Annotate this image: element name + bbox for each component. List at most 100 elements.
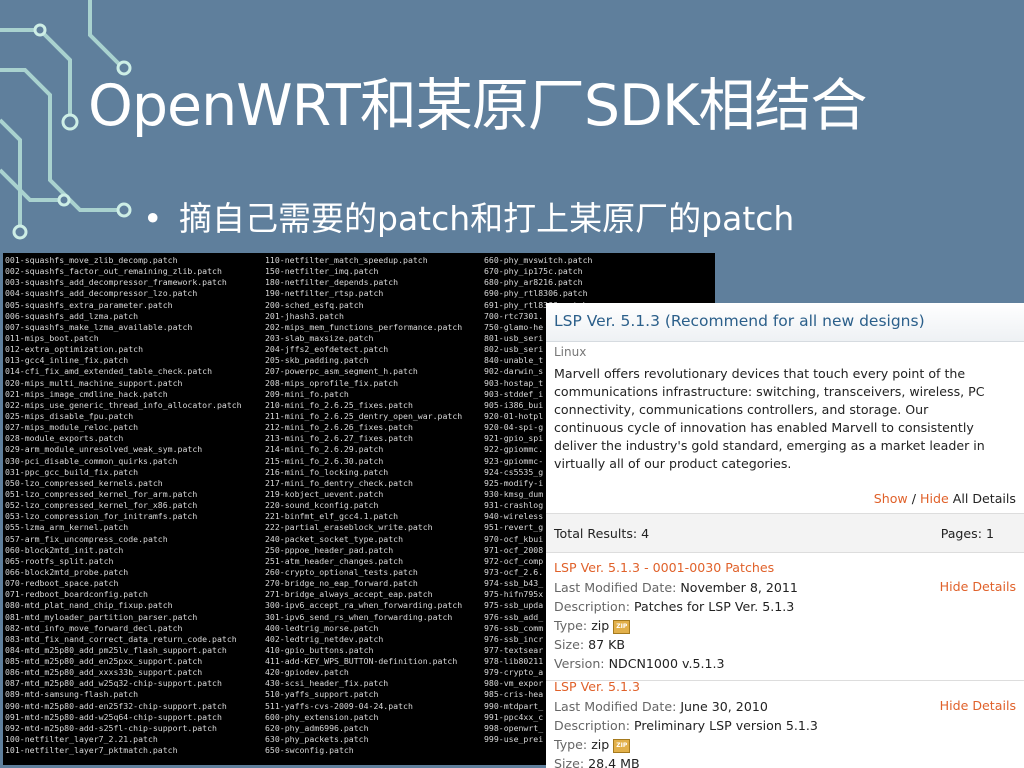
patch-file: 014-cfi_fix_amd_extended_table_check.pat… [5,366,213,377]
patch-file: 022-mips_use_generic_thread_info_allocat… [5,399,242,410]
desc-value: Preliminary LSP version 5.1.3 [633,718,818,733]
bullet-item: • 摘自己需要的patch和打上某原厂的patch [143,192,794,240]
patch-file: 220-sound_kconfig.patch [265,500,379,511]
patch-file: 005-squashfs_extra_parameter.patch [5,299,173,310]
patch-file: 650-swconfig.patch [265,745,354,756]
desc-label: Description: [554,718,630,733]
patch-file: 210-mini_fo_2.6.25_fixes.patch [265,399,413,410]
pages-count: Pages: 1 [940,526,994,541]
patch-file: 006-squashfs_add_lzma.patch [5,310,139,321]
patch-file: 012-extra_optimization.patch [5,344,144,355]
zip-icon[interactable]: ZIP [613,738,631,753]
patch-file: 002-squashfs_factor_out_remaining_zlib.p… [5,266,222,277]
patch-file: 680-phy_ar8216.patch [484,277,583,288]
patch-file: 240-packet_socket_type.patch [265,533,404,544]
patch-file: 400-ledtrig_morse.patch [265,622,379,633]
patch-file: 402-ledtrig_netdev.patch [265,633,384,644]
download-entry: LSP Ver. 5.1.3 - 0001-0030 Patches Hide … [546,552,1024,681]
type-value: zip [591,737,610,752]
patch-file: 511-yaffs-cvs-2009-04-24.patch [265,700,413,711]
results-bar: Total Results: 4 Pages: 1 [546,513,1024,553]
entry-title-link[interactable]: LSP Ver. 5.1.3 - 0001-0030 Patches [554,560,774,575]
patch-file: 219-kobject_uevent.patch [265,488,384,499]
patch-file: 110-netfilter_match_speedup.patch [265,255,428,265]
type-label: Type: [554,618,588,633]
patch-file: 222-partial_eraseblock_write.patch [265,522,433,533]
show-link[interactable]: Show [874,491,908,506]
patch-file: 030-pci_disable_common_quirks.patch [5,455,178,466]
desc-value: Patches for LSP Ver. 5.1.3 [633,599,795,614]
patch-file: 430-scsi_header_fix.patch [265,678,389,689]
hide-details-link[interactable]: Hide Details [940,698,1016,713]
desc-label: Description: [554,599,630,614]
patch-file: 190-netfilter_rtsp.patch [265,288,384,299]
all-details-label: All Details [952,491,1016,506]
patch-file: 003-squashfs_add_decompressor_framework.… [5,277,227,288]
download-page: LSP Ver. 5.1.3 (Recommend for all new de… [546,303,1024,768]
file-type: Type: zip ZIP [554,618,631,634]
patch-file: 080-mtd_plat_nand_chip_fixup.patch [5,600,173,611]
patch-file: 510-yaffs_support.patch [265,689,379,700]
type-label: Type: [554,737,588,752]
version-label: Version: [554,656,605,671]
patch-file: 070-redboot_space.patch [5,578,119,589]
lsp-header: LSP Ver. 5.1.3 (Recommend for all new de… [546,303,1024,342]
file-version: Version: NDCN1000 v.5.1.3 [554,656,725,671]
patch-file: 001-squashfs_move_zlib_decomp.patch [5,255,178,265]
patch-file: 011-mips_boot.patch [5,332,99,343]
lsp-title-link[interactable]: LSP Ver. 5.1.3 (Recommend for all new de… [554,312,925,330]
hide-details-link[interactable]: Hide Details [940,579,1016,594]
patch-file: 670-phy_ip175c.patch [484,266,583,277]
bullet-dot: • [143,199,163,238]
patch-file: 052-lzo_compressed_kernel_for_x86.patch [5,500,198,511]
patch-file: 300-ipv6_accept_ra_when_forwarding.patch [265,600,463,611]
patch-file: 066-block2mtd_probe.patch [5,566,129,577]
patch-file: 630-phy_packets.patch [265,734,369,745]
patch-file: 065-rootfs_split.patch [5,555,114,566]
file-size: Size: 28.4 MB [554,756,640,768]
modified-date: Last Modified Date: June 30, 2010 [554,699,768,714]
patch-file: 090-mtd-m25p80-add-en25f32-chip-support.… [5,700,227,711]
patch-file: 411-add-KEY_WPS_BUTTON-definition.patch [265,656,458,667]
version-value: NDCN1000 v.5.1.3 [608,656,725,671]
patch-file: 055-lzma_arm_kernel.patch [5,522,129,533]
patch-file: 051-lzo_compressed_kernel_for_arm.patch [5,488,198,499]
patch-file: 271-bridge_always_accept_eap.patch [265,589,433,600]
hide-link[interactable]: Hide [920,491,949,506]
total-results: Total Results: 4 [554,526,650,541]
patch-file: 660-phy_mvswitch.patch [484,255,593,265]
patch-file: 410-gpio_buttons.patch [265,644,374,655]
entry-description: Description: Preliminary LSP version 5.1… [554,718,818,733]
modified-date: Last Modified Date: November 8, 2011 [554,580,798,595]
date-label: Last Modified Date: [554,699,677,714]
date-label: Last Modified Date: [554,580,677,595]
bullet-text: 摘自己需要的patch和打上某原厂的patch [179,199,795,238]
patch-file: 053-lzo_compression_for_initramfs.patch [5,511,198,522]
patch-file: 215-mini_fo_2.6.30.patch [265,455,384,466]
product-description: Marvell offers revolutionary devices tha… [554,366,985,471]
patch-file: 204-jffs2_eofdetect.patch [265,344,389,355]
separator: / [911,491,916,506]
patch-file: 087-mtd_m25p80_add_w25q32-chip-support.p… [5,678,222,689]
patch-file: 084-mtd_m25p80_add_pm25lv_flash_support.… [5,644,227,655]
patch-file: 221-binfmt_elf_gcc4.1.patch [265,511,399,522]
category-label: Linux [554,345,587,359]
patch-file: 013-gcc4_inline_fix.patch [5,355,129,366]
patch-file: 091-mtd-m25p80-add-w25q64-chip-support.p… [5,711,222,722]
date-value: June 30, 2010 [680,699,768,714]
patch-file: 212-mini_fo_2.6.26_fixes.patch [265,422,413,433]
patch-file: 200-sched_esfq.patch [265,299,364,310]
patch-column-1: 001-squashfs_move_zlib_decomp.patch 002-s… [5,255,242,756]
patch-file: 690-phy_rtl8306.patch [484,288,588,299]
zip-icon[interactable]: ZIP [613,619,631,634]
patch-file: 270-bridge_no_eap_forward.patch [265,578,418,589]
patch-file: 100-netfilter_layer7_2.21.patch [5,734,158,745]
entry-title-link[interactable]: LSP Ver. 5.1.3 [554,679,640,694]
patch-file: 060-block2mtd_init.patch [5,544,124,555]
size-value: 87 KB [588,637,626,652]
patch-file: 202-mips_mem_functions_performance.patch [265,321,463,332]
patch-file: 089-mtd-samsung-flash.patch [5,689,139,700]
patch-file: 007-squashfs_make_lzma_available.patch [5,321,193,332]
patch-file: 205-skb_padding.patch [265,355,369,366]
patch-file: 071-redboot_boardconfig.patch [5,589,148,600]
